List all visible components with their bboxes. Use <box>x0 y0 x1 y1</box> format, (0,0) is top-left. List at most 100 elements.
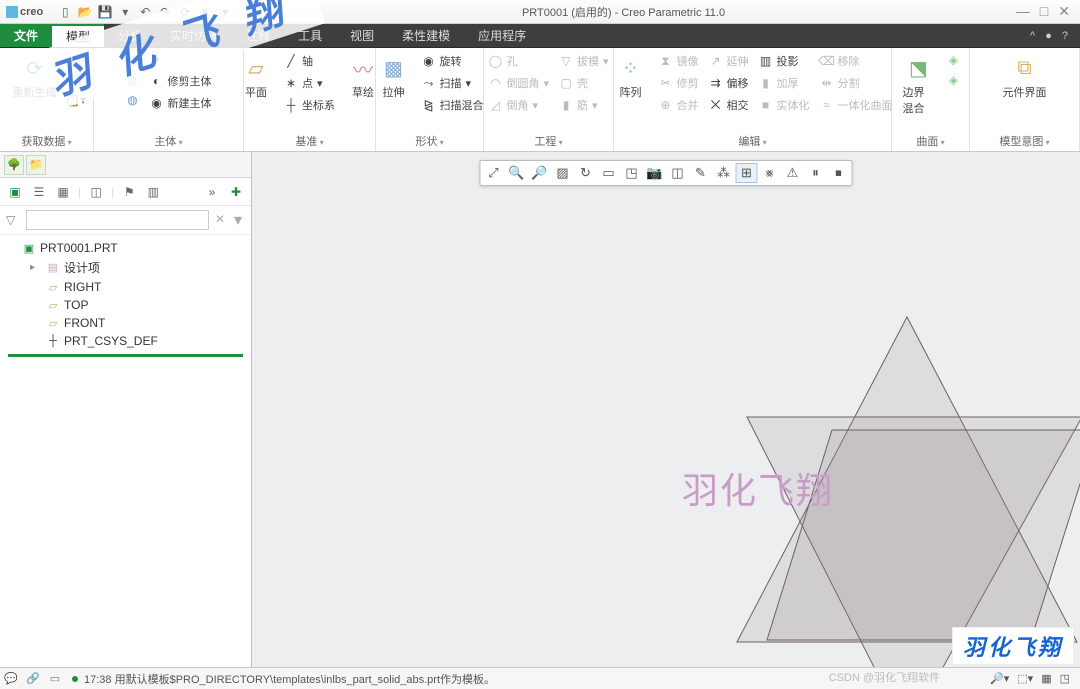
tree-flag-icon[interactable]: ⚑ <box>120 183 138 201</box>
zoomin-icon[interactable]: 🔍 <box>506 163 528 183</box>
tab-file[interactable]: 文件 <box>0 24 52 47</box>
tree-settings-icon[interactable]: ✚ <box>227 183 245 201</box>
round-button[interactable]: ◠倒圆角 ▾ <box>486 74 551 92</box>
pattern-button[interactable]: ⁘阵列 <box>611 52 651 102</box>
notif-icon[interactable]: ● <box>1045 30 1052 42</box>
new-body-button[interactable]: ◉新建主体 <box>148 94 214 112</box>
tab-tools[interactable]: 工具 <box>284 24 336 47</box>
chamfer-button[interactable]: ◿倒角 ▾ <box>486 96 551 114</box>
offset-button[interactable]: ⇉偏移 <box>707 74 751 92</box>
mirror-button[interactable]: ⧗镜像 <box>657 52 701 70</box>
csys-button[interactable]: ┼坐标系 <box>282 96 337 114</box>
rib-button[interactable]: ▮筋 ▾ <box>557 96 611 114</box>
tree-filter-row: ▽ × ▾ <box>0 206 251 235</box>
status-sel-icon[interactable]: ▭ <box>44 672 66 685</box>
tree-front-plane[interactable]: ▱FRONT <box>26 314 249 332</box>
tree-cols-icon[interactable]: ▥ <box>144 183 162 201</box>
tab-flex[interactable]: 柔性建模 <box>388 24 464 47</box>
status-link-icon[interactable]: 🔗 <box>22 672 44 685</box>
smart-filter-icon[interactable]: ◳ <box>1060 672 1070 685</box>
remove-button[interactable]: ⌫移除 <box>818 52 895 70</box>
minimize-button[interactable]: — <box>1016 3 1030 20</box>
tree-right-plane[interactable]: ▱RIGHT <box>26 278 249 296</box>
draft-button[interactable]: ▽拔模 ▾ <box>557 52 611 70</box>
tree-cube-icon[interactable]: ▣ <box>6 183 24 201</box>
graphics-canvas[interactable]: ⤢ 🔍 🔎 ▨ ↻ ▭ ◳ 📷 ◫ ✎ ⁂ ⊞ ⨳ ⚠ ⏸ ⏹ 羽化飞翔 <box>252 152 1080 667</box>
hole-button[interactable]: ◯孔 <box>486 52 551 70</box>
regenerate-button[interactable]: ⟳ 重新生成 <box>9 52 61 102</box>
split-button[interactable]: ⇹分割 <box>818 74 895 92</box>
tab-simulate[interactable]: 实时仿真 <box>156 24 232 47</box>
tab-analysis[interactable]: 分析 <box>104 24 156 47</box>
body1-icon[interactable]: ◍ <box>124 52 142 68</box>
trim-button[interactable]: ✂修剪 <box>657 74 701 92</box>
tree-filter-icon[interactable]: ◫ <box>87 183 105 201</box>
status-msg-icon[interactable]: 💬 <box>0 672 22 685</box>
paste-icon[interactable]: 📋 <box>67 72 85 88</box>
point-button[interactable]: ∗点 ▾ <box>282 74 337 92</box>
tree-insert-marker[interactable] <box>8 354 243 362</box>
body3-icon[interactable]: ◍ <box>124 92 142 108</box>
undo-icon[interactable]: ↶ <box>137 4 153 20</box>
filter-dd-icon[interactable]: ▾ <box>231 210 245 230</box>
project-button[interactable]: ▥投影 <box>757 52 812 70</box>
qat-dd-icon[interactable]: ▾ <box>217 4 233 20</box>
tree-grid-icon[interactable]: ▦ <box>54 183 72 201</box>
merge-button[interactable]: ⊕合并 <box>657 96 701 114</box>
find-icon[interactable]: 🔎▾ <box>990 672 1009 685</box>
tab-model[interactable]: 模型 <box>52 24 104 47</box>
tab-apps[interactable]: 应用程序 <box>464 24 540 47</box>
close-button[interactable]: ✕ <box>1058 3 1070 20</box>
intersect-button[interactable]: ⨉相交 <box>707 96 751 114</box>
save-dd-icon[interactable]: ▾ <box>117 4 133 20</box>
tree-expand-icon[interactable]: » <box>203 183 221 201</box>
funnel-icon[interactable]: ▽ <box>6 213 22 227</box>
open-icon[interactable]: 📂 <box>77 4 93 20</box>
help-icon[interactable]: ? <box>1062 30 1068 42</box>
extrude-button[interactable]: ▩拉伸 <box>374 52 414 102</box>
boundary-blend-button[interactable]: ⬔边界混合 <box>899 52 939 118</box>
tree-csys[interactable]: ┼PRT_CSYS_DEF <box>26 332 249 350</box>
revolve-button[interactable]: ◉旋转 <box>420 52 486 70</box>
sidebar-tab-layers[interactable]: 📁 <box>26 155 46 175</box>
selection-filter-icon[interactable]: ⬚▾ <box>1017 672 1033 685</box>
refit-icon[interactable]: ⤢ <box>483 163 505 183</box>
component-interface-button[interactable]: ⧉元件界面 <box>999 52 1051 102</box>
sidebar-tab-tree[interactable]: 🌳 <box>4 155 24 175</box>
plane-button[interactable]: ▱平面 <box>236 52 276 102</box>
collapse-ribbon-icon[interactable]: ^ <box>1030 30 1035 42</box>
surf1-icon[interactable]: ◈ <box>945 52 963 68</box>
new-icon[interactable]: ▯ <box>57 4 73 20</box>
solidify-button[interactable]: ■实体化 <box>757 96 812 114</box>
close-win-icon[interactable]: ✕ <box>197 4 213 20</box>
tree-filter-input[interactable] <box>26 210 209 230</box>
save-icon[interactable]: 💾 <box>97 4 113 20</box>
body2-icon[interactable]: ◍ <box>124 72 142 88</box>
boundary-icon: ⬔ <box>905 54 933 82</box>
trim-body-button[interactable]: ◐修剪主体 <box>148 72 214 90</box>
tree-root[interactable]: ▣PRT0001.PRT <box>2 239 249 257</box>
tree-list-icon[interactable]: ☰ <box>30 183 48 201</box>
shell-button[interactable]: ▢壳 <box>557 74 611 92</box>
thicken-button[interactable]: ▮加厚 <box>757 74 812 92</box>
flatten-button[interactable]: ≈一体化曲面 <box>818 96 895 114</box>
group-getdata: 获取数据 <box>21 131 71 149</box>
tab-annotate[interactable]: 注释 <box>232 24 284 47</box>
body4-icon[interactable]: ▾ <box>148 52 214 68</box>
tab-view[interactable]: 视图 <box>336 24 388 47</box>
clear-filter-icon[interactable]: × <box>213 211 227 229</box>
redo-icon[interactable]: ↷ <box>157 4 173 20</box>
axis-button[interactable]: ╱轴 <box>282 52 337 70</box>
blend-button[interactable]: ⧎扫描混合 <box>420 96 486 114</box>
component-icon: ⧉ <box>1011 54 1039 82</box>
tree-design-items[interactable]: ▸▤设计项 <box>26 257 249 278</box>
paste-dd-icon[interactable]: 📋▾ <box>67 92 85 108</box>
surf2-icon[interactable]: ◈ <box>945 72 963 88</box>
tree-top-plane[interactable]: ▱TOP <box>26 296 249 314</box>
geom-filter-icon[interactable]: ▦ <box>1041 672 1051 685</box>
regen-icon[interactable]: ⟳ <box>177 4 193 20</box>
extend-button[interactable]: ↗延伸 <box>707 52 751 70</box>
sweep-button[interactable]: ⤳扫描 ▾ <box>420 74 486 92</box>
maximize-button[interactable]: □ <box>1040 3 1048 20</box>
copy-icon[interactable]: ⧉ <box>67 52 85 68</box>
